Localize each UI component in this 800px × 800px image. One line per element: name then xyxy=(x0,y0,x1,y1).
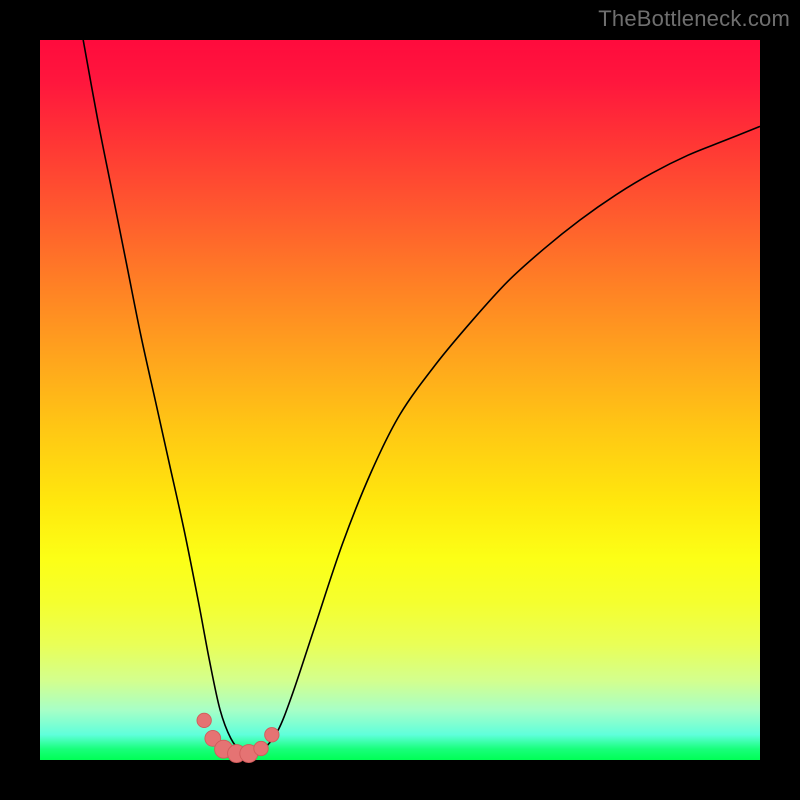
marker-dot xyxy=(254,741,268,755)
highlight-markers xyxy=(197,713,279,762)
watermark-text: TheBottleneck.com xyxy=(598,6,790,32)
bottleneck-curve xyxy=(83,40,760,753)
marker-dot xyxy=(265,728,279,742)
curve-svg xyxy=(40,40,760,760)
marker-dot xyxy=(197,713,211,727)
chart-frame: TheBottleneck.com xyxy=(0,0,800,800)
plot-area xyxy=(40,40,760,760)
